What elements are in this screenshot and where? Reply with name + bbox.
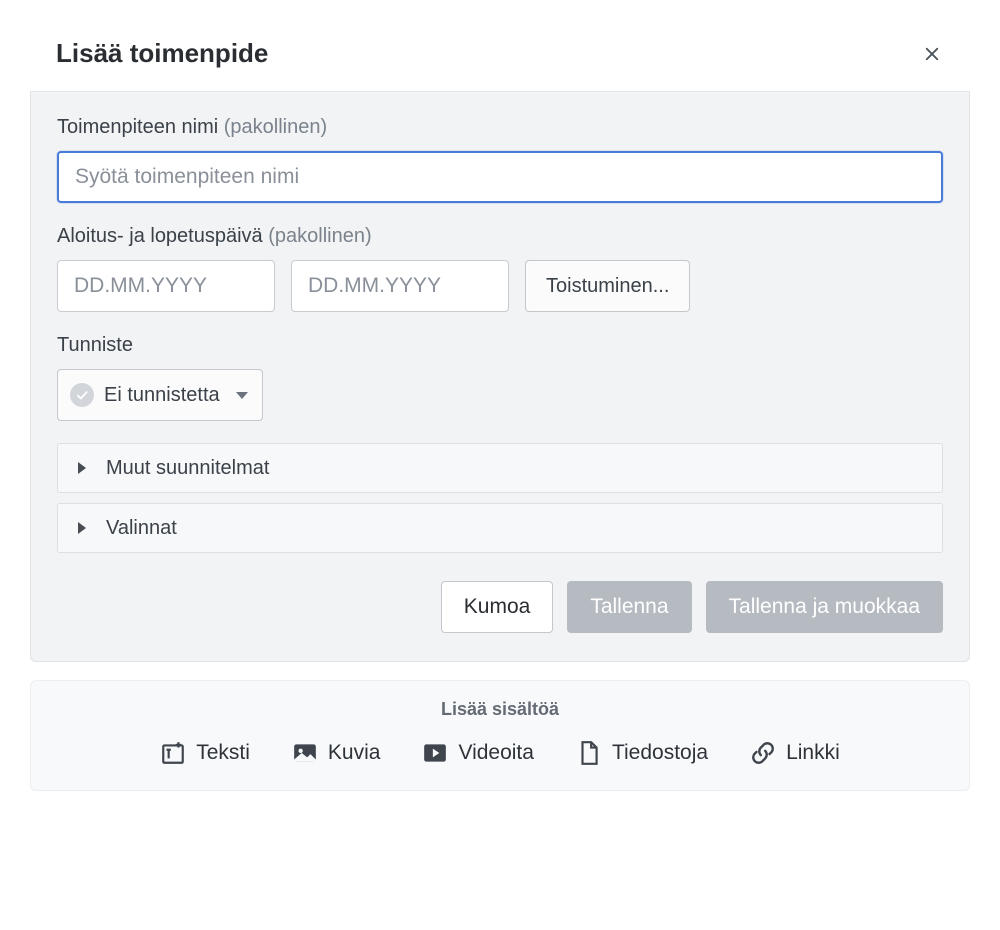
name-label-text: Toimenpiteen nimi (57, 116, 218, 138)
end-date-input[interactable] (291, 260, 509, 312)
name-field-block: Toimenpiteen nimi (pakollinen) (57, 116, 943, 203)
start-date-input[interactable] (57, 260, 275, 312)
add-videos-option[interactable]: Videoita (422, 740, 534, 766)
video-icon (422, 740, 448, 766)
add-content-options: Teksti Kuvia Videoita (57, 740, 943, 766)
dialog-header: Lisää toimenpide (30, 20, 970, 92)
add-content-panel: Lisää sisältöä Teksti Kuvia (30, 680, 970, 791)
chevron-down-icon (236, 392, 248, 399)
recurrence-button[interactable]: Toistuminen... (525, 260, 690, 312)
dates-label-text: Aloitus- ja lopetuspäivä (57, 225, 263, 247)
collapsible-options[interactable]: Valinnat (57, 503, 943, 553)
image-icon (292, 740, 318, 766)
dialog-title: Lisää toimenpide (56, 38, 268, 69)
tag-label: Tunniste (57, 334, 943, 357)
date-row: Toistuminen... (57, 260, 943, 312)
link-icon (750, 740, 776, 766)
add-text-label: Teksti (196, 741, 250, 765)
dates-label: Aloitus- ja lopetuspäivä (pakollinen) (57, 225, 943, 248)
name-input[interactable] (57, 151, 943, 203)
name-label: Toimenpiteen nimi (pakollinen) (57, 116, 943, 139)
name-required-hint: (pakollinen) (224, 116, 327, 138)
add-files-label: Tiedostoja (612, 741, 708, 765)
checkmark-circle-icon (70, 383, 94, 407)
dates-field-block: Aloitus- ja lopetuspäivä (pakollinen) To… (57, 225, 943, 312)
file-icon (576, 740, 602, 766)
tag-field-block: Tunniste Ei tunnistetta (57, 334, 943, 421)
add-link-option[interactable]: Linkki (750, 740, 840, 766)
add-action-dialog: Lisää toimenpide Toimenpiteen nimi (pako… (30, 20, 970, 791)
dialog-body: Toimenpiteen nimi (pakollinen) Aloitus- … (30, 92, 970, 662)
tag-dropdown[interactable]: Ei tunnistetta (57, 369, 263, 421)
add-images-label: Kuvia (328, 741, 381, 765)
button-row: Kumoa Tallenna Tallenna ja muokkaa (57, 581, 943, 633)
add-content-title: Lisää sisältöä (57, 699, 943, 720)
add-videos-label: Videoita (458, 741, 534, 765)
add-images-option[interactable]: Kuvia (292, 740, 381, 766)
chevron-right-icon (78, 462, 86, 474)
close-button[interactable] (920, 42, 944, 66)
text-box-icon (160, 740, 186, 766)
options-label: Valinnat (106, 517, 177, 540)
dates-required-hint: (pakollinen) (268, 225, 371, 247)
cancel-button[interactable]: Kumoa (441, 581, 554, 633)
add-link-label: Linkki (786, 741, 840, 765)
save-button[interactable]: Tallenna (567, 581, 691, 633)
save-and-edit-button[interactable]: Tallenna ja muokkaa (706, 581, 943, 633)
close-icon (923, 45, 941, 63)
add-text-option[interactable]: Teksti (160, 740, 250, 766)
chevron-right-icon (78, 522, 86, 534)
collapsible-other-plans[interactable]: Muut suunnitelmat (57, 443, 943, 493)
add-files-option[interactable]: Tiedostoja (576, 740, 708, 766)
tag-selected-label: Ei tunnistetta (104, 384, 220, 407)
other-plans-label: Muut suunnitelmat (106, 457, 269, 480)
